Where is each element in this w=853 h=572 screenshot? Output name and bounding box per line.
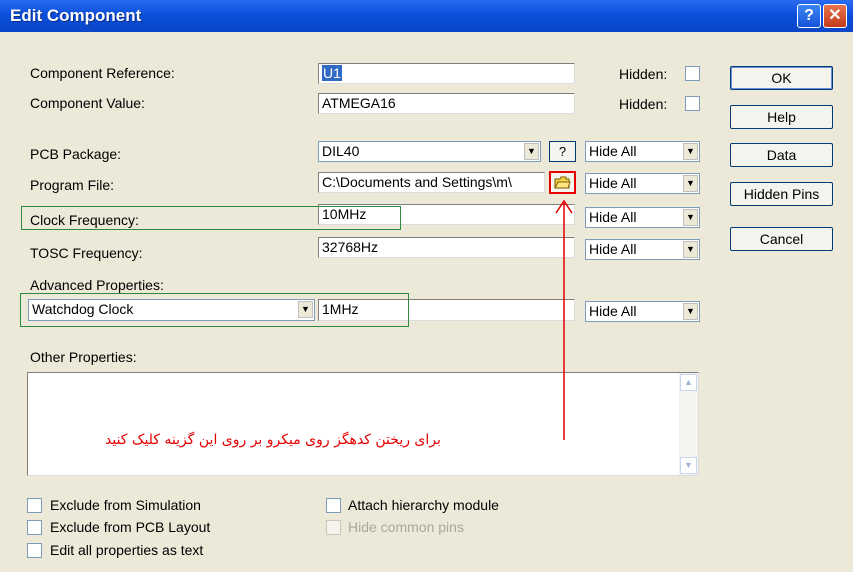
clock-frequency-visibility-value: Hide All xyxy=(589,209,637,225)
edit-all-text-checkbox[interactable] xyxy=(27,543,42,558)
scroll-down-icon[interactable]: ▼ xyxy=(680,457,697,474)
pcb-package-select[interactable]: DIL40 ▼ xyxy=(318,141,541,162)
folder-icon xyxy=(554,176,571,189)
tosc-frequency-visibility-value: Hide All xyxy=(589,241,637,257)
program-file-visibility-select[interactable]: Hide All ▼ xyxy=(585,173,700,194)
annotation-arrow xyxy=(555,199,573,440)
pcb-package-help-button[interactable]: ? xyxy=(549,141,576,162)
component-reference-value: U1 xyxy=(322,65,342,81)
advanced-highlight-box xyxy=(20,293,409,327)
hidden-pins-button[interactable]: Hidden Pins xyxy=(730,182,833,206)
clock-frequency-highlight-box xyxy=(21,206,401,230)
component-reference-input[interactable]: U1 xyxy=(318,63,575,84)
hidden-label-reference: Hidden: xyxy=(619,66,668,82)
exclude-simulation-label: Exclude from Simulation xyxy=(50,497,201,513)
tosc-frequency-visibility-select[interactable]: Hide All ▼ xyxy=(585,239,700,260)
chevron-down-icon[interactable]: ▼ xyxy=(683,175,698,192)
tosc-frequency-input[interactable]: 32768Hz xyxy=(318,237,575,258)
hide-common-pins-label: Hide common pins xyxy=(348,519,464,535)
attach-hierarchy-checkbox[interactable] xyxy=(326,498,341,513)
hidden-checkbox-reference[interactable] xyxy=(685,66,700,81)
scroll-up-icon[interactable]: ▲ xyxy=(680,374,697,391)
title-bar: Edit Component ? ✕ xyxy=(0,0,853,32)
advanced-properties-label: Advanced Properties: xyxy=(30,277,164,293)
component-reference-label: Component Reference: xyxy=(30,65,175,81)
cancel-button[interactable]: Cancel xyxy=(730,227,833,251)
chevron-down-icon[interactable]: ▼ xyxy=(683,143,698,160)
data-button[interactable]: Data xyxy=(730,143,833,167)
exclude-pcb-label: Exclude from PCB Layout xyxy=(50,519,211,535)
other-properties-textarea[interactable]: ▲ ▼ xyxy=(27,372,699,476)
exclude-simulation-checkbox[interactable] xyxy=(27,498,42,513)
chevron-down-icon[interactable]: ▼ xyxy=(683,209,698,226)
edit-component-dialog: Edit Component ? ✕ Component Reference: … xyxy=(0,0,853,572)
exclude-pcb-checkbox[interactable] xyxy=(27,520,42,535)
chevron-down-icon[interactable]: ▼ xyxy=(683,303,698,320)
attach-hierarchy-label: Attach hierarchy module xyxy=(348,497,499,513)
tosc-frequency-label: TOSC Frequency: xyxy=(30,245,143,261)
hide-common-pins-checkbox xyxy=(326,520,341,535)
pcb-package-label: PCB Package: xyxy=(30,146,122,162)
advanced-visibility-select[interactable]: Hide All ▼ xyxy=(585,301,700,322)
chevron-down-icon[interactable]: ▼ xyxy=(524,143,539,160)
help-button[interactable]: Help xyxy=(730,105,833,129)
window-title: Edit Component xyxy=(10,6,142,25)
ok-button[interactable]: OK xyxy=(730,66,833,90)
component-value-input[interactable]: ATMEGA16 xyxy=(318,93,575,114)
edit-all-text-label: Edit all properties as text xyxy=(50,542,204,558)
chevron-down-icon[interactable]: ▼ xyxy=(683,241,698,258)
close-icon[interactable]: ✕ xyxy=(823,4,847,28)
hidden-label-value: Hidden: xyxy=(619,96,668,112)
program-file-input[interactable]: C:\Documents and Settings\m\ xyxy=(318,172,545,193)
help-title-button[interactable]: ? xyxy=(797,4,821,28)
program-file-visibility-value: Hide All xyxy=(589,175,637,191)
pcb-package-visibility-select[interactable]: Hide All ▼ xyxy=(585,141,700,162)
annotation-text: برای ریختن کدهگز روی میکرو بر روی این گز… xyxy=(105,432,441,448)
browse-folder-button[interactable] xyxy=(549,171,576,194)
other-properties-label: Other Properties: xyxy=(30,349,137,365)
component-value-label: Component Value: xyxy=(30,95,145,111)
pcb-package-value: DIL40 xyxy=(322,143,360,159)
advanced-visibility-value: Hide All xyxy=(589,303,637,319)
pcb-package-visibility-value: Hide All xyxy=(589,143,637,159)
clock-frequency-visibility-select[interactable]: Hide All ▼ xyxy=(585,207,700,228)
program-file-label: Program File: xyxy=(30,177,115,193)
hidden-checkbox-value[interactable] xyxy=(685,96,700,111)
scrollbar[interactable]: ▲ ▼ xyxy=(679,373,698,475)
